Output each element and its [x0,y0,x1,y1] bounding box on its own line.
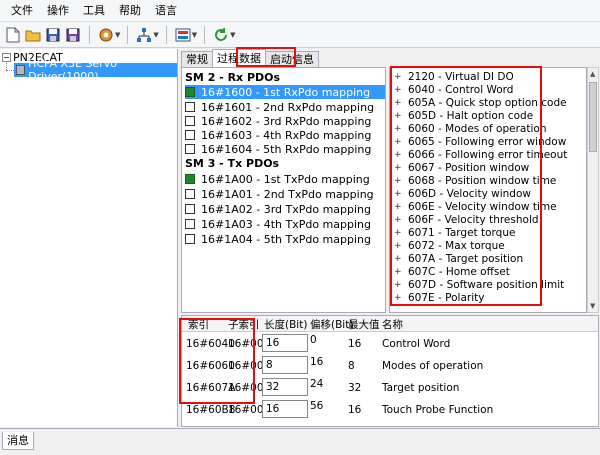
object-list-scrollbar[interactable]: ▲ ▼ [587,67,599,313]
tree-connector [6,61,7,70]
pdo-row-1600[interactable]: 16#1600 - 1st RxPdo mapping [185,85,385,99]
col-max: 最大值 [348,319,380,331]
pdo-label: 16#1602 - 3rd RxPdo mapping [201,114,372,128]
cell-name: Target position [382,382,460,394]
menu-operation[interactable]: 操作 [40,1,76,21]
length-input[interactable]: 16 [262,334,308,352]
chevron-down-icon[interactable]: ▼ [230,31,235,39]
cell-name: Control Word [382,338,451,350]
cell-offset: 24 [310,378,324,390]
pdo-label: 16#1A01 - 2nd TxPdo mapping [201,187,374,201]
pdo-row-1601[interactable]: 16#1601 - 2nd RxPdo mapping [185,100,385,114]
cell-max: 32 [348,382,362,394]
message-panel: 消息 [0,428,600,455]
pdo-checkbox[interactable] [185,144,195,154]
scroll-up-icon[interactable]: ▲ [590,70,595,78]
pdo-checkbox[interactable] [185,174,195,184]
cell-subindex: 16#00 [228,404,264,416]
pdo-checkbox[interactable] [185,204,195,214]
pdo-label: 16#1A00 - 1st TxPdo mapping [201,172,370,186]
sm2-title: SM 2 - Rx PDOs [185,71,281,84]
chevron-down-icon[interactable]: ▼ [115,31,120,39]
pdo-label: 16#1604 - 5th RxPdo mapping [201,142,372,156]
pdo-row-1602[interactable]: 16#1602 - 3rd RxPdo mapping [185,114,385,128]
pdo-checkbox[interactable] [185,116,195,126]
sm3-title: SM 3 - Tx PDOs [185,157,280,170]
index-highlight-box [179,318,255,404]
toolbar-separator [165,25,167,44]
device-tree: − PN2ECAT HCFA X3E Servo Driver(1000) [0,49,178,427]
pdo-row-1a00[interactable]: 16#1A00 - 1st TxPdo mapping [185,172,385,186]
chevron-down-icon[interactable]: ▼ [153,31,158,39]
tab-general[interactable]: 常规 [181,51,213,67]
object-list-highlight-box [390,66,542,306]
cell-max: 16 [348,338,362,350]
new-file-icon[interactable] [4,26,22,44]
cell-name: Modes of operation [382,360,484,372]
length-input[interactable]: 32 [262,378,308,396]
toolbar-separator [89,25,90,44]
scrollbar-thumb[interactable] [589,82,597,152]
cell-offset: 56 [310,400,324,412]
pdo-list: SM 2 - Rx PDOs 16#1600 - 1st RxPdo mappi… [181,67,386,313]
pdo-label: 16#1601 - 2nd RxPdo mapping [201,100,375,114]
cell-offset: 16 [310,356,324,368]
settings-tool-icon[interactable] [97,26,115,44]
tree-connector [6,70,14,71]
col-length: 长度(Bit) [264,319,308,331]
pdo-label: 16#1603 - 4th RxPdo mapping [201,128,372,142]
pdo-row-1a02[interactable]: 16#1A02 - 3rd TxPdo mapping [185,202,385,216]
network-icon[interactable] [135,26,153,44]
device-config-icon[interactable] [174,26,192,44]
open-folder-icon[interactable] [24,26,42,44]
pdo-checkbox[interactable] [185,189,195,199]
menu-language[interactable]: 语言 [148,1,184,21]
col-offset: 偏移(Bit) [310,319,354,331]
pdo-checkbox[interactable] [185,130,195,140]
toolbar-separator [204,25,206,44]
pdo-row-1a04[interactable]: 16#1A04 - 5th TxPdo mapping [185,232,385,246]
pdo-label: 16#1A04 - 5th TxPdo mapping [201,232,371,246]
length-input[interactable]: 8 [262,356,308,374]
pdo-row-1603[interactable]: 16#1603 - 4th RxPdo mapping [185,128,385,142]
pdo-row-1604[interactable]: 16#1604 - 5th RxPdo mapping [185,142,385,156]
cell-max: 16 [348,404,362,416]
pdo-label: 16#1A02 - 3rd TxPdo mapping [201,202,372,216]
save-as-icon[interactable] [64,26,82,44]
refresh-icon[interactable] [212,26,230,44]
tree-node-label: HCFA X3E Servo Driver(1000) [28,57,117,83]
cell-offset: 0 [310,334,317,346]
pdo-row-1a01[interactable]: 16#1A01 - 2nd TxPdo mapping [185,187,385,201]
pdo-checkbox[interactable] [185,102,195,112]
menu-bar: 文件 操作 工具 帮助 语言 [0,0,600,22]
save-icon[interactable] [44,26,62,44]
menu-tools[interactable]: 工具 [76,1,112,21]
menu-file[interactable]: 文件 [4,1,40,21]
col-name: 名称 [382,319,403,331]
length-input[interactable]: 16 [262,400,308,418]
toolbar-separator [127,25,129,44]
tree-node-servo-driver[interactable]: HCFA X3E Servo Driver(1000) [14,57,177,83]
toolbar: ▼ ▼ ▼ ▼ [0,22,600,48]
cell-max: 8 [348,360,355,372]
chevron-down-icon[interactable]: ▼ [192,31,197,39]
scroll-down-icon[interactable]: ▼ [590,302,595,310]
tab-messages[interactable]: 消息 [2,432,34,450]
pdo-checkbox[interactable] [185,234,195,244]
menu-help[interactable]: 帮助 [112,1,148,21]
pdo-label: 16#1600 - 1st RxPdo mapping [201,85,371,99]
pdo-row-1a03[interactable]: 16#1A03 - 4th TxPdo mapping [185,217,385,231]
pdo-checkbox[interactable] [185,87,195,97]
pdo-checkbox[interactable] [185,219,195,229]
pdo-label: 16#1A03 - 4th TxPdo mapping [201,217,371,231]
cell-name: Touch Probe Function [382,404,494,416]
tab-highlight-box [236,47,296,67]
device-icon [16,65,26,75]
